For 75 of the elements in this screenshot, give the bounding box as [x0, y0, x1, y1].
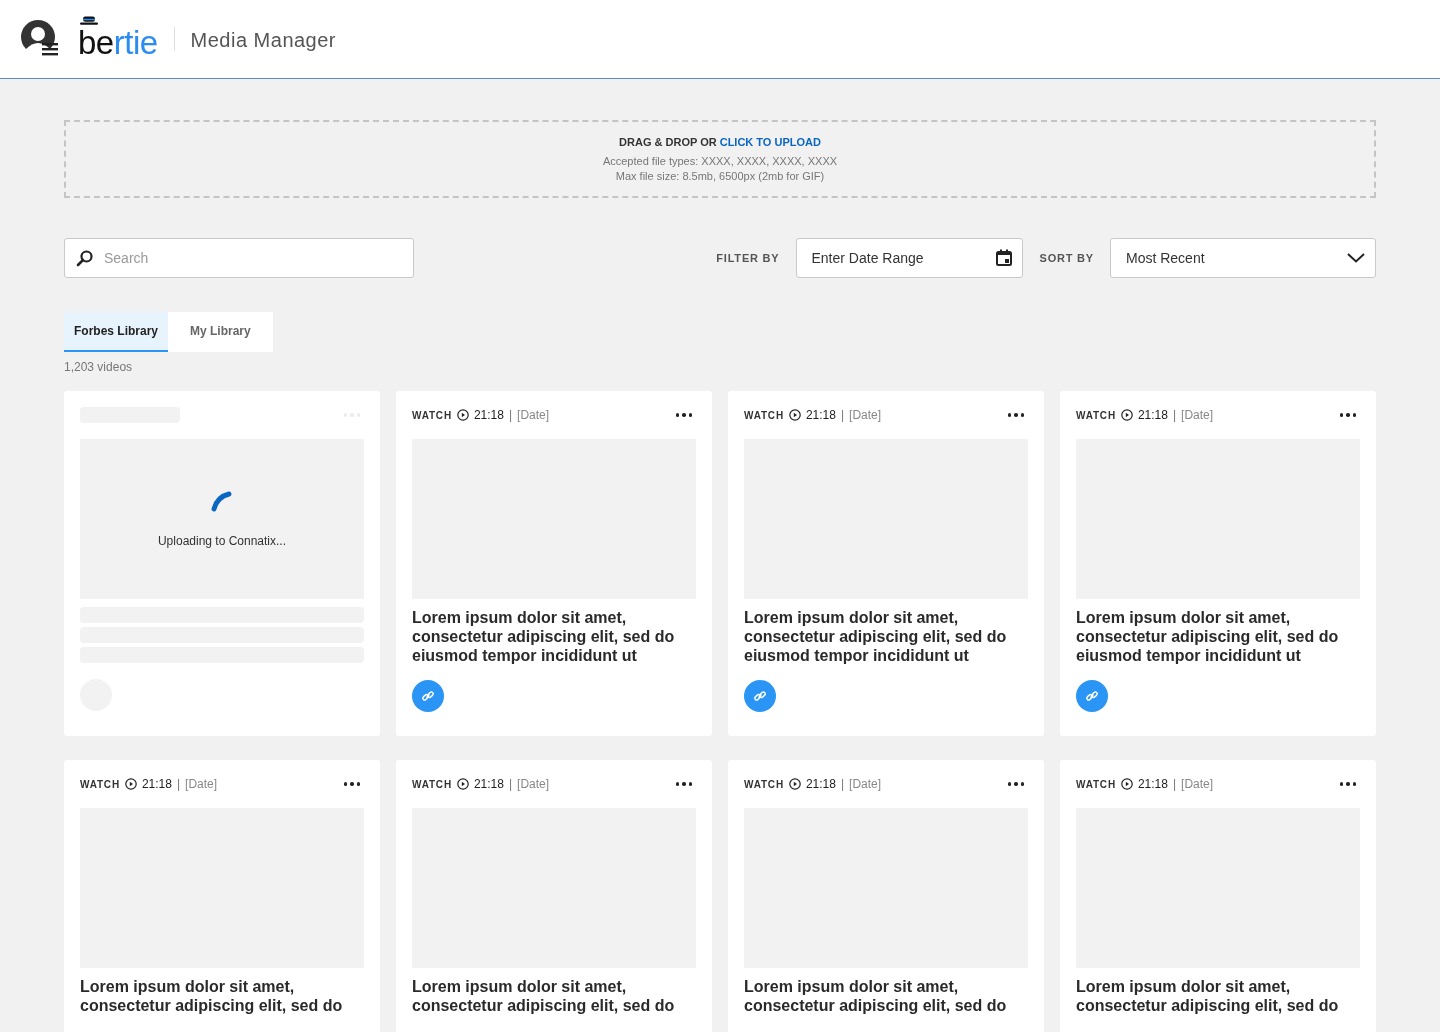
separator: | — [1172, 408, 1177, 422]
chevron-down-icon — [1347, 253, 1365, 263]
copy-link-button[interactable] — [412, 680, 444, 712]
video-date: [Date] — [849, 408, 882, 422]
play-icon — [1120, 778, 1133, 790]
separator: | — [1172, 777, 1177, 791]
copy-link-button[interactable] — [1076, 680, 1108, 712]
link-icon — [753, 689, 767, 703]
video-title: Lorem ipsum dolor sit amet, consectetur adipiscing elit, sed do eiusmod tempor incididunt ut — [744, 608, 1008, 665]
watch-label: WATCH — [80, 778, 120, 790]
separator: | — [176, 777, 181, 791]
watch-label: WATCH — [1076, 409, 1116, 421]
video-title: Lorem ipsum dolor sit amet, consectetur adipiscing elit, sed do eiusmod tempor incididunt ut — [412, 608, 676, 665]
video-title: Lorem ipsum dolor sit amet, consectetur adipiscing elit, sed do — [1076, 977, 1340, 1015]
spinner-icon — [211, 490, 233, 512]
app-title: Media Manager — [190, 28, 337, 52]
video-card[interactable]: WATCH 21:18 | [Date] Lorem ipsum dolor sit amet, consectetur adipiscing elit, sed do — [396, 760, 712, 1032]
video-date: [Date] — [1181, 408, 1214, 422]
sort-label: SORT BY — [1039, 252, 1094, 264]
calendar-icon[interactable] — [994, 249, 1013, 267]
duration: 21:18 — [141, 777, 172, 791]
watch-label: WATCH — [744, 778, 784, 790]
video-title: Lorem ipsum dolor sit amet, consectetur adipiscing elit, sed do eiusmod tempor incididunt ut — [1076, 608, 1340, 665]
separator: | — [840, 777, 845, 791]
library-tab[interactable]: Forbes Library — [64, 312, 169, 352]
duration: 21:18 — [473, 777, 504, 791]
video-title: Lorem ipsum dolor sit amet, consectetur adipiscing elit, sed do — [412, 977, 676, 1015]
filter-label: FILTER BY — [716, 252, 780, 264]
play-icon — [788, 409, 801, 421]
video-date: [Date] — [849, 777, 882, 791]
video-card[interactable]: WATCH 21:18 | [Date] Lorem ipsum dolor sit amet, consectetur adipiscing elit, sed do eiusmod tempor incididunt ut — [396, 391, 712, 736]
search-icon — [76, 249, 94, 267]
file-size-text: Max file size: 8.5mb, 6500px (2mb for GIF) — [615, 170, 825, 182]
video-card[interactable]: WATCH 21:18 | [Date] Lorem ipsum dolor sit amet, consectetur adipiscing elit, sed do — [728, 760, 1044, 1032]
video-date: [Date] — [517, 408, 550, 422]
watch-label: WATCH — [412, 778, 452, 790]
video-card[interactable]: WATCH 21:18 | [Date] Lorem ipsum dolor sit amet, consectetur adipiscing elit, sed do — [64, 760, 380, 1032]
duration: 21:18 — [1137, 777, 1168, 791]
copy-link-button[interactable] — [744, 680, 776, 712]
play-icon — [788, 778, 801, 790]
video-date: [Date] — [1181, 777, 1214, 791]
search-field[interactable]: Search — [64, 238, 414, 278]
duration: 21:18 — [805, 777, 836, 791]
play-icon — [1120, 409, 1133, 421]
link-icon — [1085, 689, 1099, 703]
play-icon — [456, 778, 469, 790]
logo: bertie — [78, 19, 158, 59]
date-range-field[interactable]: Enter Date Range — [795, 238, 1023, 278]
watch-label: WATCH — [1076, 778, 1116, 790]
video-date: [Date] — [185, 777, 218, 791]
upload-dropzone[interactable]: DRAG & DROP OR CLICK TO UPLOAD Accepted file types: XXXX, XXXX, XXXX, XXXX Max file size: 8.5mb, 6500px (2mb for GIF) — [64, 120, 1376, 198]
duration: 21:18 — [1137, 408, 1168, 422]
file-types-text: Accepted file types: XXXX, XXXX, XXXX, XXXX — [602, 155, 838, 167]
video-date: [Date] — [517, 777, 550, 791]
upload-instruction: DRAG & DROP OR CLICK TO UPLOAD — [619, 136, 821, 148]
duration: 21:18 — [473, 408, 504, 422]
separator: | — [508, 408, 513, 422]
video-card[interactable]: WATCH 21:18 | [Date] Lorem ipsum dolor sit amet, consectetur adipiscing elit, sed do eiusmod tempor incididunt ut — [728, 391, 1044, 736]
duration: 21:18 — [805, 408, 836, 422]
video-title: Lorem ipsum dolor sit amet, consectetur adipiscing elit, sed do — [80, 977, 344, 1015]
link-icon — [421, 689, 435, 703]
video-card[interactable]: WATCH 21:18 | [Date] Lorem ipsum dolor sit amet, consectetur adipiscing elit, sed do — [1060, 760, 1376, 1032]
separator: | — [508, 777, 513, 791]
play-icon — [456, 409, 469, 421]
library-tab[interactable]: My Library — [168, 312, 273, 352]
upload-status: Uploading to Connatix... — [157, 534, 287, 548]
video-count: 1,203 videos — [64, 360, 134, 374]
video-card[interactable]: WATCH 21:18 | [Date] Lorem ipsum dolor sit amet, consectetur adipiscing elit, sed do eiusmod tempor incididunt ut — [1060, 391, 1376, 736]
separator: | — [840, 408, 845, 422]
upload-link[interactable]: CLICK TO UPLOAD — [719, 136, 821, 148]
play-icon — [124, 778, 137, 790]
video-title: Lorem ipsum dolor sit amet, consectetur adipiscing elit, sed do — [744, 977, 1008, 1015]
watch-label: WATCH — [744, 409, 784, 421]
sort-dropdown[interactable]: Most Recent — [1110, 238, 1376, 278]
watch-label: WATCH — [412, 409, 452, 421]
